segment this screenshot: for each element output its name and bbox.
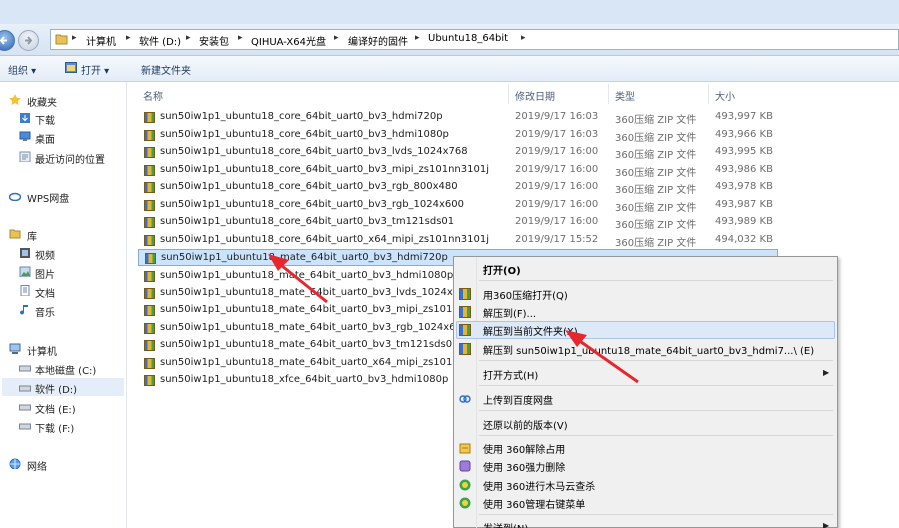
annotation-arrow-menu: [565, 330, 639, 384]
annotation-arrows: [268, 254, 639, 384]
annotation-arrow-file: [268, 254, 328, 304]
